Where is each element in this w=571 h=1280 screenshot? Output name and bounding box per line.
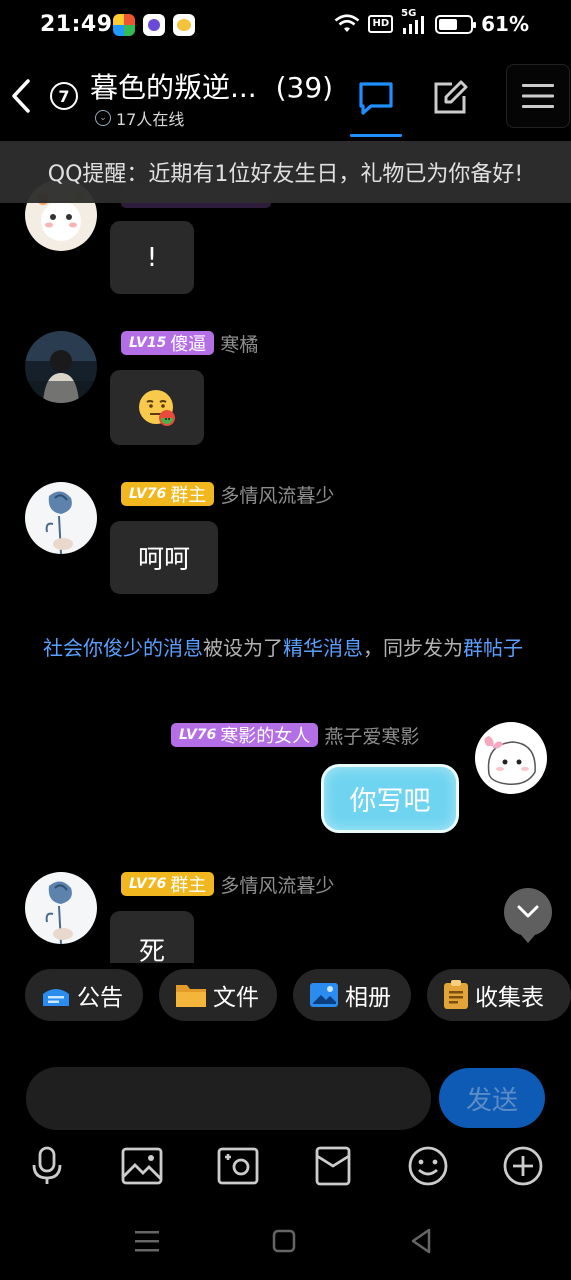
online-count: 17人在线 bbox=[116, 110, 185, 129]
level-badge: LV76 群主 bbox=[121, 482, 215, 506]
reminder-text: QQ提醒：近期有1位好友生日，礼物已为你备好! bbox=[47, 162, 524, 187]
battery-percent: 61% bbox=[481, 12, 529, 36]
member-count: (39) bbox=[275, 71, 334, 104]
scroll-to-bottom-button[interactable] bbox=[504, 888, 552, 943]
chat-app-icon bbox=[143, 14, 165, 36]
plus-icon bbox=[503, 1146, 543, 1186]
recent-apps-button[interactable] bbox=[132, 1226, 162, 1256]
group-title[interactable]: 暮色的叛逆... (39) bbox=[90, 66, 333, 106]
group-name: 暮色的叛逆... bbox=[90, 71, 257, 104]
message-link[interactable]: 社会你俊少的消息 bbox=[43, 636, 203, 660]
message-meta: LV15 傻逼 寒橘 bbox=[121, 330, 258, 356]
message-list[interactable]: ! LV15 傻逼 寒橘 LV76 群主 多情风流暮少 呵呵 社会你俊少的消息被设为… bbox=[0, 141, 571, 963]
triangle-back-icon bbox=[411, 1228, 431, 1254]
my-message-bubble[interactable]: 你写吧 bbox=[321, 764, 459, 833]
clipboard-icon bbox=[444, 980, 468, 1009]
message-meta: LV76 群主 多情风流暮少 bbox=[121, 481, 334, 507]
sticker-bubble[interactable] bbox=[110, 370, 204, 445]
album-button[interactable]: 相册 bbox=[293, 969, 411, 1021]
hd-badge: HD bbox=[368, 15, 394, 33]
face-app-icon bbox=[173, 14, 195, 36]
menu-lines-icon bbox=[135, 1231, 159, 1252]
browser-app-icon bbox=[113, 14, 135, 36]
online-status[interactable]: ⌄ 17人在线 bbox=[95, 106, 184, 130]
square-icon bbox=[272, 1229, 296, 1253]
files-button[interactable]: 文件 bbox=[159, 969, 277, 1021]
network-label: 5G bbox=[401, 8, 427, 34]
status-time: 21:49 bbox=[40, 12, 113, 37]
hamburger-menu-icon bbox=[522, 84, 554, 108]
unread-count-badge[interactable]: 7 bbox=[50, 82, 78, 110]
red-packet-icon bbox=[315, 1146, 351, 1186]
sender-avatar[interactable] bbox=[25, 482, 97, 554]
send-button[interactable]: 发送 bbox=[439, 1068, 545, 1128]
level-badge: LV15 傻逼 bbox=[121, 331, 215, 355]
battery-icon bbox=[435, 14, 477, 34]
message-input[interactable] bbox=[26, 1067, 431, 1130]
message-bubble[interactable]: 死 bbox=[110, 911, 194, 963]
active-tab-indicator bbox=[350, 134, 402, 137]
message-meta: LV76 群主 多情风流暮少 bbox=[121, 871, 334, 897]
message-bubble[interactable]: ! bbox=[110, 221, 194, 294]
chevron-down-icon: ⌄ bbox=[95, 110, 111, 126]
sender-nickname: 多情风流暮少 bbox=[220, 874, 335, 897]
tab-chat[interactable] bbox=[354, 76, 398, 120]
sender-avatar[interactable] bbox=[25, 872, 97, 944]
album-icon bbox=[310, 983, 338, 1007]
message-meta: LV76 寒影的女人 燕子爱寒影 bbox=[171, 722, 419, 748]
emoji-sticker-icon bbox=[139, 389, 175, 426]
chat-header: 7 暮色的叛逆... (39) ⌄ 17人在线 bbox=[0, 52, 571, 140]
sender-nickname: 燕子爱寒影 bbox=[324, 725, 420, 748]
chevron-down-icon bbox=[517, 905, 539, 918]
back-arrow-icon bbox=[12, 79, 30, 113]
status-bar: 21:49 HD 5G 61% bbox=[0, 0, 571, 52]
folder-icon bbox=[176, 985, 206, 1007]
tab-posts[interactable] bbox=[428, 76, 472, 120]
edit-icon bbox=[434, 80, 468, 114]
nav-back-button[interactable] bbox=[406, 1226, 436, 1256]
system-notice: 社会你俊少的消息被设为了精华消息，同步发为群帖子 bbox=[43, 636, 523, 660]
voice-button[interactable] bbox=[23, 1142, 71, 1190]
level-badge: LV76 群主 bbox=[121, 872, 215, 896]
announcement-icon bbox=[43, 989, 69, 1006]
message-text: 你写吧 bbox=[349, 786, 431, 817]
image-button[interactable] bbox=[118, 1142, 166, 1190]
announcement-button[interactable]: 公告 bbox=[25, 969, 143, 1021]
chat-bubble-icon bbox=[359, 82, 393, 115]
emoji-button[interactable] bbox=[404, 1142, 452, 1190]
message-text: 死 bbox=[138, 937, 165, 963]
birthday-reminder-banner[interactable]: QQ提醒：近期有1位好友生日，礼物已为你备好! bbox=[0, 141, 571, 203]
input-toolbar bbox=[0, 1142, 571, 1192]
wifi-icon bbox=[335, 14, 360, 32]
group-post-link[interactable]: 群帖子 bbox=[463, 636, 523, 660]
notification-icons bbox=[113, 14, 195, 36]
level-badge: LV76 寒影的女人 bbox=[171, 723, 319, 747]
emoji-icon bbox=[408, 1146, 448, 1186]
message-text: 呵呵 bbox=[137, 545, 190, 575]
system-nav-bar bbox=[0, 1210, 571, 1280]
microphone-icon bbox=[32, 1146, 62, 1184]
essence-link[interactable]: 精华消息 bbox=[283, 636, 363, 660]
camera-button[interactable] bbox=[214, 1142, 262, 1190]
camera-icon bbox=[217, 1147, 259, 1185]
status-right: HD 5G 61% bbox=[334, 8, 529, 36]
image-icon bbox=[121, 1147, 163, 1185]
collection-form-button[interactable]: 收集表 bbox=[427, 969, 571, 1021]
sender-avatar[interactable] bbox=[25, 331, 97, 403]
message-bubble[interactable]: 呵呵 bbox=[110, 521, 218, 594]
home-button[interactable] bbox=[269, 1226, 299, 1256]
back-button[interactable] bbox=[6, 74, 36, 118]
my-avatar[interactable] bbox=[475, 722, 547, 794]
message-text: ! bbox=[146, 242, 158, 273]
red-packet-button[interactable] bbox=[309, 1142, 357, 1190]
group-quick-tools: 公告 文件 相册 收集表 bbox=[25, 969, 571, 1023]
menu-button[interactable] bbox=[506, 64, 570, 128]
sender-nickname: 多情风流暮少 bbox=[220, 484, 335, 507]
more-button[interactable] bbox=[499, 1142, 547, 1190]
sender-nickname: 寒橘 bbox=[220, 333, 259, 356]
